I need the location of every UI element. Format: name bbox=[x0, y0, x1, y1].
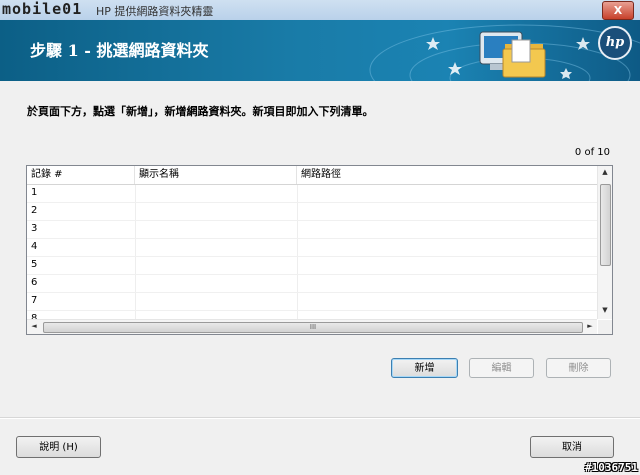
row-number: 7 bbox=[31, 295, 38, 306]
list-header: 記錄 # 顯示名稱 網路路徑 bbox=[27, 166, 597, 185]
table-row[interactable]: 8 bbox=[27, 311, 597, 319]
column-header-display-name[interactable]: 顯示名稱 bbox=[135, 166, 297, 184]
step-heading: 步驟 1 - 挑選網路資料夾 bbox=[30, 41, 209, 60]
mobile01-watermark-logo: mobile01 bbox=[2, 0, 83, 18]
horizontal-scrollbar[interactable]: ◄ III ► bbox=[27, 319, 597, 334]
column-header-network-path[interactable]: 網路路徑 bbox=[297, 166, 597, 184]
table-row[interactable]: 3 bbox=[27, 221, 597, 239]
edit-button[interactable]: 編輯 bbox=[469, 358, 534, 378]
scroll-up-arrow-icon[interactable]: ▲ bbox=[598, 168, 612, 176]
table-row[interactable]: 6 bbox=[27, 275, 597, 293]
instruction-text: 於頁面下方，點選「新增」，新增網路資料夾。新項目即加入下列清單。 bbox=[27, 105, 374, 118]
table-row[interactable]: 7 bbox=[27, 293, 597, 311]
row-number: 2 bbox=[31, 205, 38, 216]
title-bar: mobile01 HP 提供網路資料夾精靈 X bbox=[0, 0, 640, 21]
column-header-record[interactable]: 記錄 # bbox=[27, 166, 135, 184]
scrollbar-corner bbox=[598, 320, 612, 334]
add-button[interactable]: 新增 bbox=[391, 358, 458, 378]
row-number: 3 bbox=[31, 223, 38, 234]
network-folder-list[interactable]: 記錄 # 顯示名稱 網路路徑 1 2 3 4 5 6 7 8 ▲ ▼ ◄ III… bbox=[26, 165, 613, 335]
row-number: 6 bbox=[31, 277, 38, 288]
delete-button[interactable]: 刪除 bbox=[546, 358, 611, 378]
table-row[interactable]: 5 bbox=[27, 257, 597, 275]
scroll-left-arrow-icon[interactable]: ◄ bbox=[27, 322, 41, 330]
cancel-button[interactable]: 取消 bbox=[530, 436, 614, 458]
hp-logo: hp bbox=[598, 26, 632, 60]
row-number: 4 bbox=[31, 241, 38, 252]
table-row[interactable]: 2 bbox=[27, 203, 597, 221]
close-button[interactable]: X bbox=[602, 1, 634, 20]
row-number: 5 bbox=[31, 259, 38, 270]
table-row[interactable]: 4 bbox=[27, 239, 597, 257]
list-rows: 1 2 3 4 5 6 7 8 bbox=[27, 185, 597, 319]
table-row[interactable]: 1 bbox=[27, 185, 597, 203]
computer-folder-icon bbox=[479, 31, 546, 78]
wizard-banner: 步驟 1 - 挑選網路資料夾 hp bbox=[0, 20, 640, 81]
image-id-watermark: #1036751 bbox=[585, 461, 638, 474]
vertical-scroll-thumb[interactable] bbox=[600, 184, 611, 266]
scroll-right-arrow-icon[interactable]: ► bbox=[583, 322, 597, 330]
help-button[interactable]: 說明 (H) bbox=[16, 436, 101, 458]
row-number: 1 bbox=[31, 187, 38, 198]
window-title: HP 提供網路資料夾精靈 bbox=[96, 5, 214, 18]
scroll-down-arrow-icon[interactable]: ▼ bbox=[598, 306, 612, 314]
horizontal-scroll-thumb[interactable]: III bbox=[43, 322, 583, 333]
vertical-scrollbar[interactable]: ▲ ▼ bbox=[597, 166, 612, 319]
folder-counter: 0 of 10 bbox=[574, 147, 610, 158]
wizard-footer: 說明 (H) 取消 bbox=[0, 419, 640, 475]
